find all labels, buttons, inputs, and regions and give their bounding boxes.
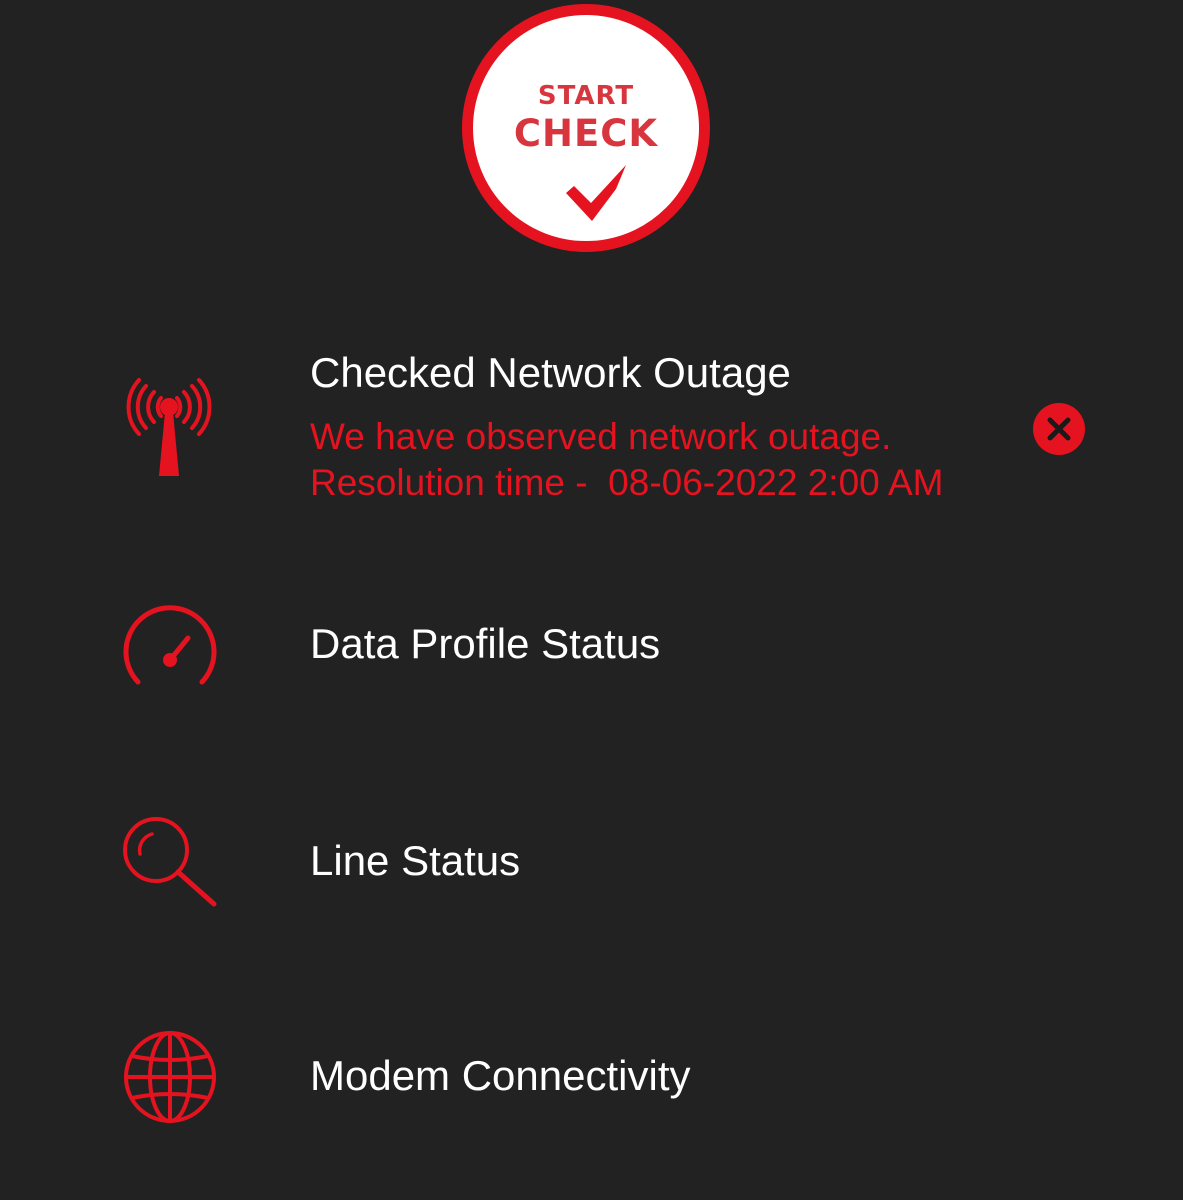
check-title-data-profile-status: Data Profile Status <box>310 620 661 667</box>
start-label: START <box>537 81 635 111</box>
check-title-modem-connectivity: Modem Connectivity <box>310 1052 691 1099</box>
error-x-icon <box>1033 403 1085 455</box>
check-title-line-status: Line Status <box>310 837 521 884</box>
start-check-button[interactable]: START CHECK <box>462 4 710 252</box>
search-icon <box>123 817 217 907</box>
check-title-network-outage: Checked Network Outage <box>310 349 791 396</box>
network-outage-resolution-time: Resolution time - 08-06-2022 2:00 AM <box>310 462 944 503</box>
globe-icon <box>124 1031 216 1123</box>
speedometer-icon <box>123 605 217 685</box>
checkmark-icon <box>566 165 626 221</box>
antenna-tower-icon <box>126 378 212 476</box>
check-label: CHECK <box>513 112 659 155</box>
network-outage-message: We have observed network outage. <box>310 416 892 457</box>
